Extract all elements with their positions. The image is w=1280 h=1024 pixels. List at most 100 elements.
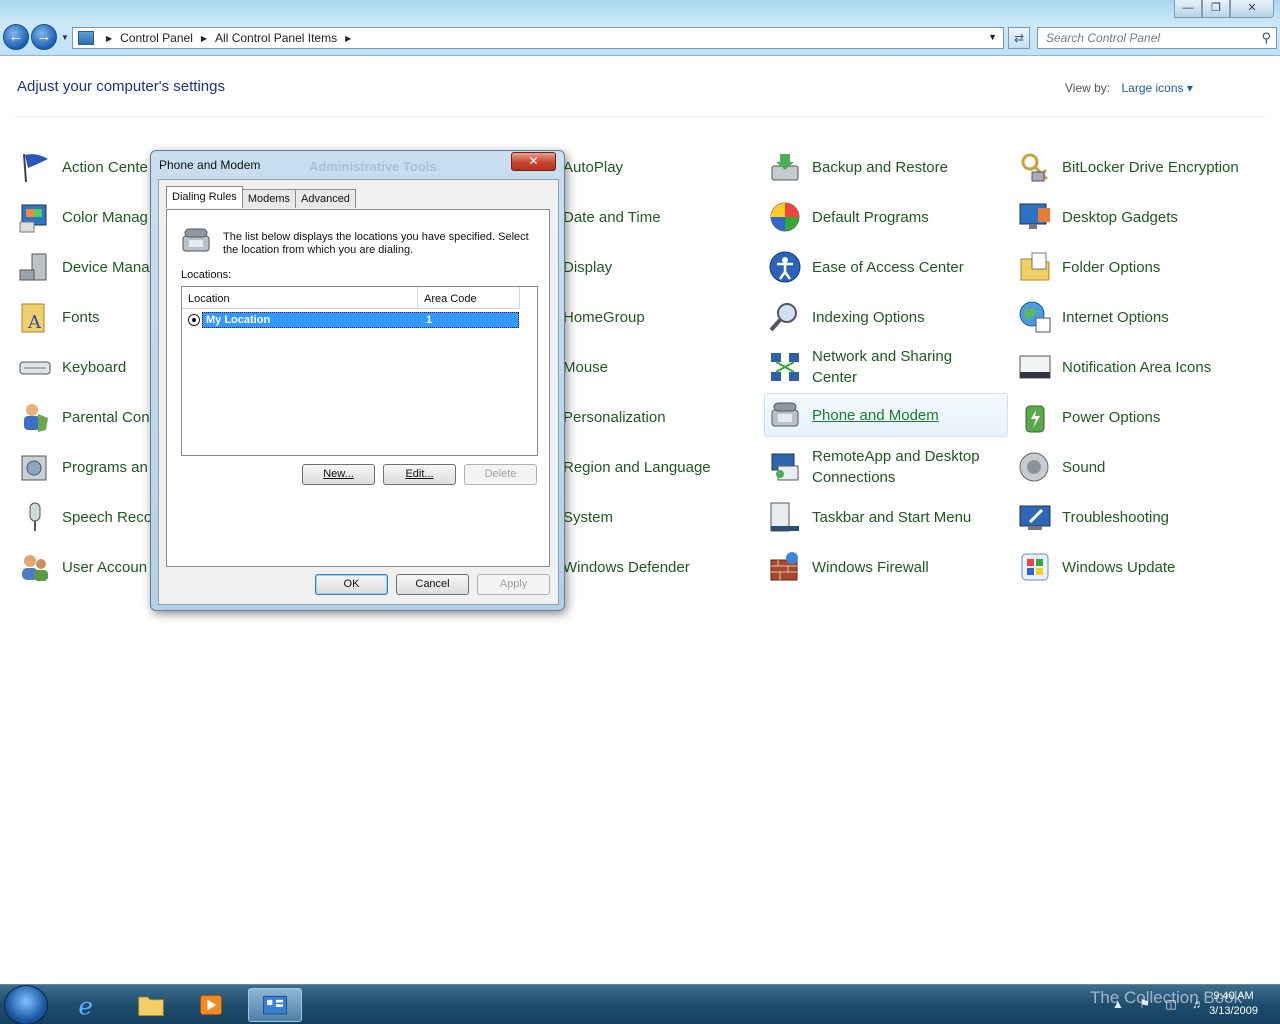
parental-controls-icon [18, 400, 52, 434]
cp-item-default-programs[interactable]: Default Programs [768, 195, 1008, 239]
search-icon[interactable]: ⚲ [1261, 30, 1271, 46]
explorer-toolbar: — ❐ ✕ ← → ▼ ▶ Control Panel ▶ All Contro… [0, 0, 1280, 56]
cp-item-parental-controls[interactable]: Parental Con [18, 395, 158, 439]
back-button[interactable]: ← [3, 24, 29, 50]
cp-item-system[interactable]: System [563, 495, 613, 539]
view-by: View by: Large icons ▾ [1065, 81, 1193, 95]
dialog-close-button[interactable]: ✕ [511, 152, 556, 171]
flag-icon [18, 150, 52, 184]
taskbar: e ▲ ⚑ ◫ ♬ 9:40 AM 3/13/2009 [0, 984, 1280, 1024]
breadcrumb-chevron-icon[interactable]: ▶ [201, 34, 207, 43]
svg-text:A: A [27, 312, 42, 333]
column-header-area-code[interactable]: Area Code [418, 287, 520, 309]
ease-of-access-icon [768, 250, 802, 284]
cp-item-folder-options[interactable]: Folder Options [1018, 245, 1268, 289]
address-dropdown-icon[interactable]: ▼ [988, 32, 997, 42]
tab-advanced[interactable]: Advanced [295, 189, 356, 208]
phone-and-modem-dialog: Administrative Tools Phone and Modem ✕ D… [150, 150, 565, 611]
address-bar[interactable]: ▶ Control Panel ▶ All Control Panel Item… [72, 27, 1004, 49]
view-by-dropdown[interactable]: Large icons ▾ [1121, 81, 1192, 95]
cp-item-troubleshooting[interactable]: Troubleshooting [1018, 495, 1268, 539]
programs-icon [18, 450, 52, 484]
cp-item-speech-recognition[interactable]: Speech Reco [18, 495, 158, 539]
cp-item-device-manager[interactable]: Device Mana [18, 245, 158, 289]
gadgets-icon [1018, 200, 1052, 234]
edit-location-button[interactable]: Edit... [383, 464, 456, 485]
cp-item-notification-area-icons[interactable]: Notification Area Icons [1018, 345, 1268, 389]
page-title: Adjust your computer's settings [17, 78, 225, 95]
breadcrumb-all-items[interactable]: All Control Panel Items [215, 31, 337, 45]
tab-modems[interactable]: Modems [241, 189, 296, 208]
cp-item-windows-defender[interactable]: Windows Defender [563, 545, 690, 589]
control-panel-taskbar-icon[interactable] [248, 988, 302, 1022]
breadcrumb-control-panel[interactable]: Control Panel [120, 31, 193, 45]
refresh-button[interactable]: ⇄ [1008, 27, 1030, 49]
backup-icon [768, 150, 802, 184]
list-header: Location Area Code [182, 287, 520, 309]
selected-location-radio[interactable] [188, 314, 200, 326]
cp-item-indexing-options[interactable]: Indexing Options [768, 295, 1008, 339]
explorer-folder-icon[interactable] [124, 988, 178, 1022]
cp-item-homegroup[interactable]: HomeGroup [563, 295, 645, 339]
apply-button[interactable]: Apply [477, 574, 550, 595]
watermark: The Collection Book [1090, 988, 1243, 1007]
cp-item-personalization[interactable]: Personalization [563, 395, 666, 439]
power-icon [1018, 400, 1052, 434]
column-header-location[interactable]: Location [182, 287, 418, 309]
cp-item-mouse[interactable]: Mouse [563, 345, 608, 389]
locations-list[interactable]: Location Area Code My Location 1 [181, 286, 538, 456]
new-location-button[interactable]: New... [302, 464, 375, 485]
table-row[interactable]: My Location 1 [202, 312, 519, 328]
divider [14, 116, 1266, 117]
breadcrumb-chevron-icon[interactable]: ▶ [106, 34, 112, 43]
folder-icon [1018, 250, 1052, 284]
cp-item-keyboard[interactable]: Keyboard [18, 345, 158, 389]
cp-item-display[interactable]: Display [563, 245, 612, 289]
cp-item-action-center[interactable]: Action Cente [18, 145, 158, 189]
cp-item-windows-update[interactable]: Windows Update [1018, 545, 1268, 589]
cp-item-taskbar-start-menu[interactable]: Taskbar and Start Menu [768, 495, 1008, 539]
navigation-buttons: ← → ▼ [3, 24, 71, 50]
start-button[interactable] [4, 985, 48, 1024]
globe-icon [1018, 300, 1052, 334]
cp-item-remoteapp[interactable]: RemoteApp and Desktop Connections [768, 445, 1008, 489]
search-input[interactable]: Search Control Panel ⚲ [1037, 27, 1277, 49]
cp-item-power-options[interactable]: Power Options [1018, 395, 1268, 439]
cp-item-internet-options[interactable]: Internet Options [1018, 295, 1268, 339]
windows-update-icon [1018, 550, 1052, 584]
phone-icon [768, 398, 802, 432]
breadcrumb-chevron-icon[interactable]: ▶ [345, 34, 351, 43]
cp-item-color-management[interactable]: Color Manag [18, 195, 158, 239]
window-controls: — ❐ ✕ [1174, 0, 1274, 18]
cp-item-desktop-gadgets[interactable]: Desktop Gadgets [1018, 195, 1268, 239]
cp-item-backup-and-restore[interactable]: Backup and Restore [768, 145, 1008, 189]
cp-item-fonts[interactable]: A Fonts [18, 295, 158, 339]
ok-button[interactable]: OK [315, 574, 388, 595]
minimize-icon[interactable]: — [1174, 0, 1202, 18]
background-window-title: Administrative Tools [309, 159, 437, 174]
cp-item-phone-and-modem[interactable]: Phone and Modem [764, 393, 1008, 437]
speaker-icon [1018, 450, 1052, 484]
recent-pages-dropdown-icon[interactable]: ▼ [61, 33, 69, 42]
remoteapp-icon [768, 450, 802, 484]
cp-item-bitlocker[interactable]: BitLocker Drive Encryption [1018, 145, 1268, 189]
close-icon[interactable]: ✕ [1230, 0, 1274, 18]
cp-item-programs-and-features[interactable]: Programs an [18, 445, 158, 489]
forward-button[interactable]: → [31, 24, 57, 50]
cp-item-network-sharing[interactable]: Network and Sharing Center [768, 345, 1008, 389]
restore-icon[interactable]: ❐ [1202, 0, 1230, 18]
area-code-cell: 1 [426, 314, 433, 326]
cp-item-windows-firewall[interactable]: Windows Firewall [768, 545, 1008, 589]
cp-item-ease-of-access[interactable]: Ease of Access Center [768, 245, 1008, 289]
internet-explorer-icon[interactable]: e [62, 988, 116, 1022]
tab-dialing-rules[interactable]: Dialing Rules [166, 186, 243, 208]
cp-item-date-and-time[interactable]: Date and Time [563, 195, 661, 239]
cancel-button[interactable]: Cancel [396, 574, 469, 595]
delete-location-button[interactable]: Delete [464, 464, 537, 485]
cp-item-user-accounts[interactable]: User Accoun [18, 545, 158, 589]
troubleshooting-icon [1018, 500, 1052, 534]
cp-item-region-and-language[interactable]: Region and Language [563, 445, 711, 489]
cp-item-autoplay[interactable]: AutoPlay [563, 145, 623, 189]
cp-item-sound[interactable]: Sound [1018, 445, 1268, 489]
media-player-icon[interactable] [184, 988, 238, 1022]
